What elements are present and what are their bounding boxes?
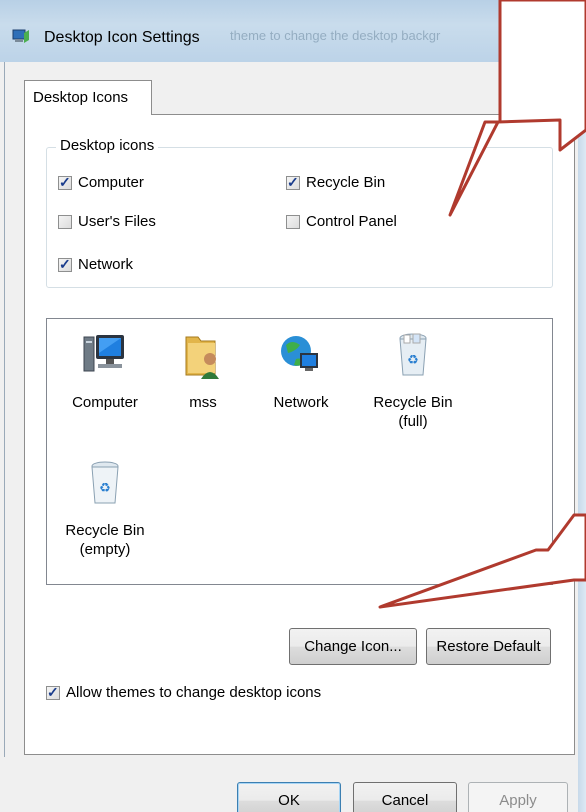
recycle-bin-full-icon: ♻	[399, 333, 427, 376]
cancel-button[interactable]: Cancel	[353, 782, 457, 812]
list-item-recycle-bin-full[interactable]: ♻ Recycle Bin (full)	[367, 331, 459, 431]
window-border	[578, 0, 586, 812]
icon-label: Recycle Bin (empty)	[65, 522, 145, 558]
list-item-recycle-bin-empty[interactable]: ♻ Recycle Bin (empty)	[59, 459, 151, 559]
checkmark-icon: ✓	[59, 255, 71, 272]
icon-label: Recycle Bin (full)	[373, 394, 453, 430]
app-icon	[12, 29, 29, 43]
list-item-network[interactable]: Network	[255, 331, 347, 412]
icon-label: Network	[273, 394, 329, 411]
checkbox-network[interactable]: ✓ Network	[58, 256, 133, 273]
restore-default-button[interactable]: Restore Default	[426, 628, 551, 665]
list-item-computer[interactable]: Computer	[59, 331, 151, 412]
apply-button[interactable]: Apply	[468, 782, 568, 812]
group-title: Desktop icons	[56, 137, 159, 154]
checkbox-allow-themes[interactable]: ✓ Allow themes to change desktop icons	[46, 684, 321, 701]
checkbox-label: Recycle Bin	[306, 174, 386, 191]
checkbox-label: User's Files	[78, 213, 156, 230]
checkbox-label: Network	[78, 256, 134, 273]
checkbox-computer[interactable]: ✓ Computer	[58, 174, 144, 191]
ok-button[interactable]: OK	[237, 782, 341, 812]
checkbox-label: Allow themes to change desktop icons	[66, 684, 322, 701]
checkmark-icon: ✓	[287, 173, 299, 190]
recycle-bin-empty-icon: ♻	[91, 461, 119, 504]
svg-text:♻: ♻	[407, 353, 419, 368]
icon-label: mss	[189, 394, 217, 411]
checkbox-control-panel[interactable]: Control Panel	[286, 213, 397, 230]
close-button[interactable]: X	[514, 19, 576, 45]
checkbox-box[interactable]: ✓	[58, 255, 72, 272]
checkbox-label: Control Panel	[306, 213, 397, 230]
checkbox-label: Computer	[78, 174, 144, 191]
checkmark-icon: ✓	[59, 173, 71, 190]
checkbox-box[interactable]: ✓	[286, 173, 300, 190]
checkbox-box[interactable]	[58, 214, 72, 229]
tab-desktop-icons[interactable]: Desktop Icons	[24, 80, 152, 115]
user-folder-icon	[185, 336, 219, 379]
checkbox-box[interactable]: ✓	[58, 173, 72, 190]
checkbox-users-files[interactable]: User's Files	[58, 213, 156, 230]
checkbox-box[interactable]: ✓	[46, 683, 60, 700]
checkbox-recycle-bin[interactable]: ✓ Recycle Bin	[286, 174, 385, 191]
checkbox-box[interactable]	[286, 214, 300, 229]
window-title: Desktop Icon Settings	[44, 29, 200, 46]
computer-icon	[83, 335, 124, 372]
list-item-mss[interactable]: mss	[157, 331, 249, 412]
checkmark-icon: ✓	[47, 683, 59, 700]
network-icon	[281, 336, 318, 371]
icon-label: Computer	[72, 394, 138, 411]
background-window-text: theme to change the desktop backgr	[230, 28, 441, 43]
svg-text:♻: ♻	[99, 481, 111, 496]
desktop-icon-settings-window: Desktop Icon Settings theme to change th…	[0, 0, 586, 812]
icon-list-view[interactable]: Computer mss Network ♻ Recycle Bin (full…	[46, 318, 553, 585]
title-bar[interactable]: Desktop Icon Settings theme to change th…	[0, 0, 586, 62]
change-icon-button[interactable]: Change Icon...	[289, 628, 417, 665]
